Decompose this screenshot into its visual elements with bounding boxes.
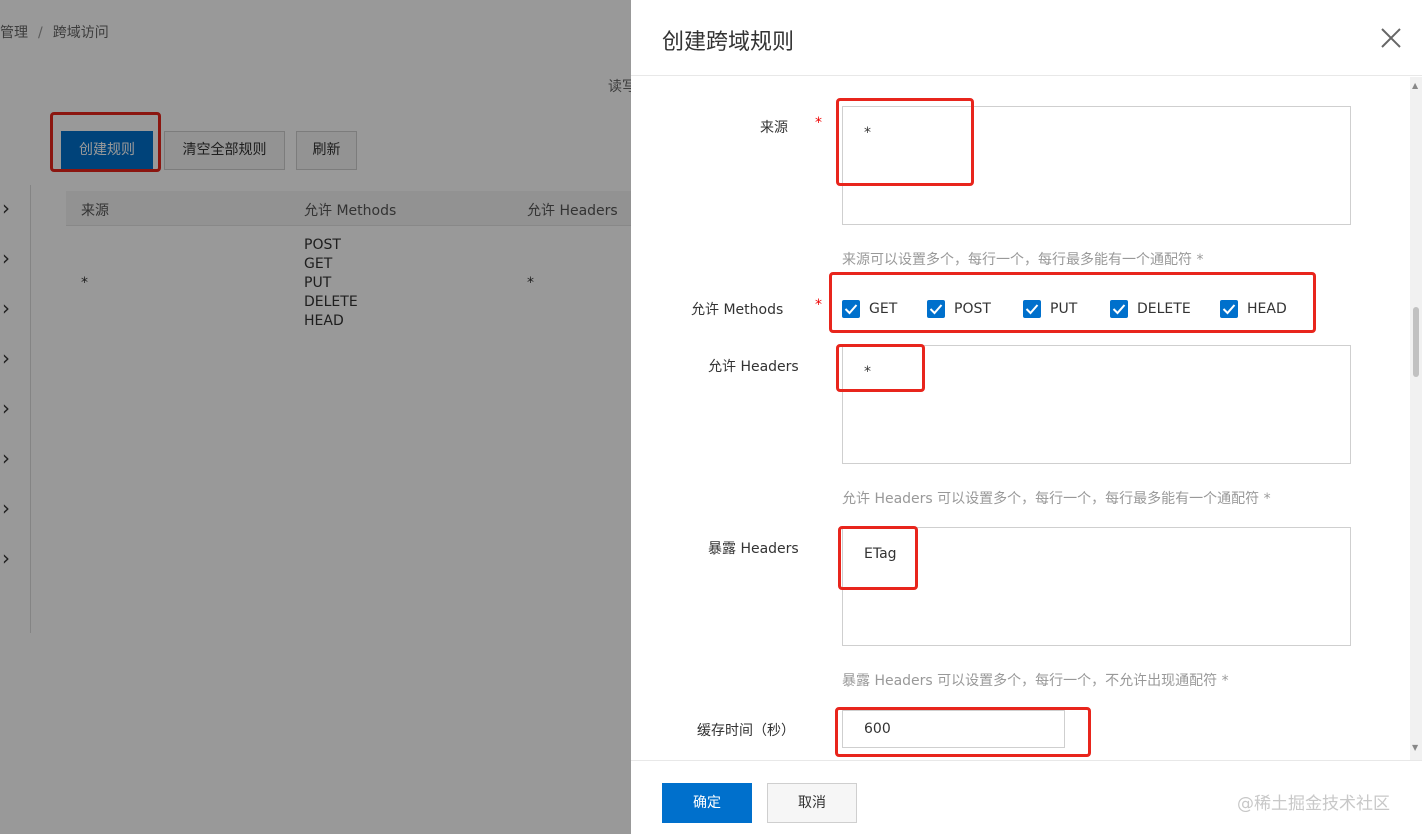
annotation-highlight	[835, 707, 1091, 757]
source-hint: 来源可以设置多个，每行一个，每行最多能有一个通配符 *	[842, 252, 1204, 268]
close-icon[interactable]	[1379, 26, 1403, 50]
cancel-button[interactable]: 取消	[767, 783, 857, 823]
methods-label: 允许 Methods	[691, 302, 784, 318]
annotation-highlight	[838, 526, 918, 590]
drawer-footer: 确定 取消 @稀土掘金技术社区	[631, 760, 1422, 834]
watermark: @稀土掘金技术社区	[1237, 794, 1390, 814]
scroll-up-icon[interactable]: ▲	[1412, 81, 1418, 90]
cache-time-label: 缓存时间（秒）	[697, 723, 795, 739]
required-mark: *	[815, 115, 822, 131]
drawer-header: 创建跨域规则	[631, 0, 1422, 76]
expose-headers-textarea[interactable]: ETag	[842, 527, 1351, 646]
create-cors-rule-drawer: 创建跨域规则 来源 * * 来源可以设置多个，每行一个，每行最多能有一个通配符 …	[631, 0, 1422, 834]
required-mark: *	[815, 297, 822, 313]
confirm-button[interactable]: 确定	[662, 783, 752, 823]
drawer-body: 来源 * * 来源可以设置多个，每行一个，每行最多能有一个通配符 * 允许 Me…	[631, 77, 1422, 760]
scroll-down-icon[interactable]: ▼	[1412, 743, 1418, 752]
drawer-title: 创建跨域规则	[662, 30, 795, 55]
source-label: 来源	[760, 120, 788, 136]
annotation-highlight	[836, 344, 925, 392]
allow-headers-label: 允许 Headers	[708, 359, 799, 375]
scrollbar-thumb[interactable]	[1413, 307, 1419, 377]
expose-headers-hint: 暴露 Headers 可以设置多个，每行一个，不允许出现通配符 *	[842, 673, 1229, 689]
expose-headers-label: 暴露 Headers	[708, 541, 799, 557]
drawer-scrollbar[interactable]: ▲ ▼	[1410, 77, 1422, 760]
annotation-highlight	[836, 98, 974, 186]
annotation-highlight	[829, 272, 1316, 333]
allow-headers-hint: 允许 Headers 可以设置多个，每行一个，每行最多能有一个通配符 *	[842, 491, 1271, 507]
